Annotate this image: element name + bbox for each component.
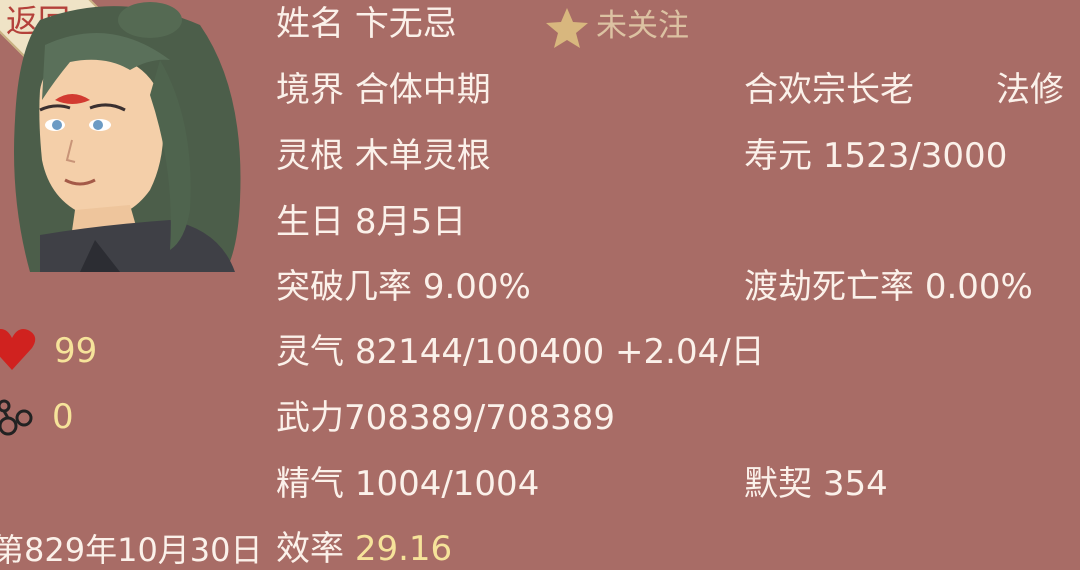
tacit-row: 默契 354 bbox=[744, 464, 888, 504]
breakthrough-row: 突破几率 9.00% bbox=[276, 267, 531, 307]
breakthrough-value: 9.00% bbox=[422, 267, 531, 307]
essence-row: 精气 1004/1004 bbox=[276, 464, 539, 504]
tribulation-value: 0.00% bbox=[924, 267, 1033, 307]
lifespan-row: 寿元 1523/3000 bbox=[744, 136, 1007, 176]
root-row: 灵根 木单灵根 bbox=[276, 136, 491, 176]
qi-value: 82144/100400 +2.04/日 bbox=[354, 332, 765, 372]
character-name: 卞无忌 bbox=[354, 4, 457, 44]
root-value: 木单灵根 bbox=[354, 136, 491, 176]
faction-value: 合欢宗长老 bbox=[744, 70, 914, 110]
essence-label: 精气 bbox=[276, 464, 344, 504]
essence-value: 1004/1004 bbox=[354, 464, 540, 504]
force-value: 武力708389/708389 bbox=[276, 398, 616, 438]
shackles-value: 0 bbox=[52, 397, 74, 437]
lifespan-label: 寿元 bbox=[744, 136, 812, 176]
tacit-label: 默契 bbox=[744, 464, 812, 504]
tribulation-row: 渡劫死亡率 0.00% bbox=[744, 267, 1033, 307]
affection-value: 99 bbox=[54, 331, 98, 371]
birthday-label: 生日 bbox=[276, 202, 344, 242]
realm-row: 境界 合体中期 bbox=[276, 70, 491, 110]
class-value: 法修 bbox=[996, 70, 1064, 110]
qi-row: 灵气 82144/100400 +2.04/日 bbox=[276, 332, 765, 372]
star-icon[interactable] bbox=[545, 6, 589, 50]
lifespan-value: 1523/3000 bbox=[822, 136, 1008, 176]
efficiency-row: 效率 29.16 bbox=[276, 529, 452, 569]
realm-label: 境界 bbox=[276, 70, 344, 110]
efficiency-label: 效率 bbox=[276, 529, 344, 569]
tacit-value: 354 bbox=[822, 464, 888, 504]
tribulation-label: 渡劫死亡率 bbox=[744, 267, 914, 307]
root-label: 灵根 bbox=[276, 136, 344, 176]
game-date: 第829年10月30日 bbox=[0, 531, 263, 569]
heart-icon bbox=[0, 329, 36, 370]
name-label: 姓名 bbox=[276, 4, 344, 44]
breakthrough-label: 突破几率 bbox=[276, 267, 412, 307]
birthday-value: 8月5日 bbox=[354, 202, 467, 242]
shackles-icon bbox=[0, 399, 33, 436]
realm-value: 合体中期 bbox=[354, 70, 491, 110]
efficiency-value: 29.16 bbox=[354, 529, 453, 569]
follow-status[interactable]: 未关注 bbox=[596, 6, 689, 46]
character-portrait bbox=[14, 2, 241, 272]
name-row: 姓名 卞无忌 bbox=[276, 4, 457, 44]
qi-label: 灵气 bbox=[276, 332, 344, 372]
birthday-row: 生日 8月5日 bbox=[276, 202, 466, 242]
